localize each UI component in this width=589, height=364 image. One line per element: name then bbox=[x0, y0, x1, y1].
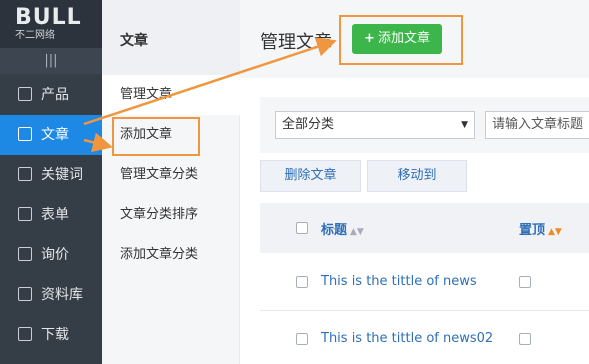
annotation-arrows bbox=[83, 37, 337, 153]
arrow-to-add-button bbox=[83, 37, 337, 126]
arrow-to-add-subnav bbox=[83, 132, 113, 153]
